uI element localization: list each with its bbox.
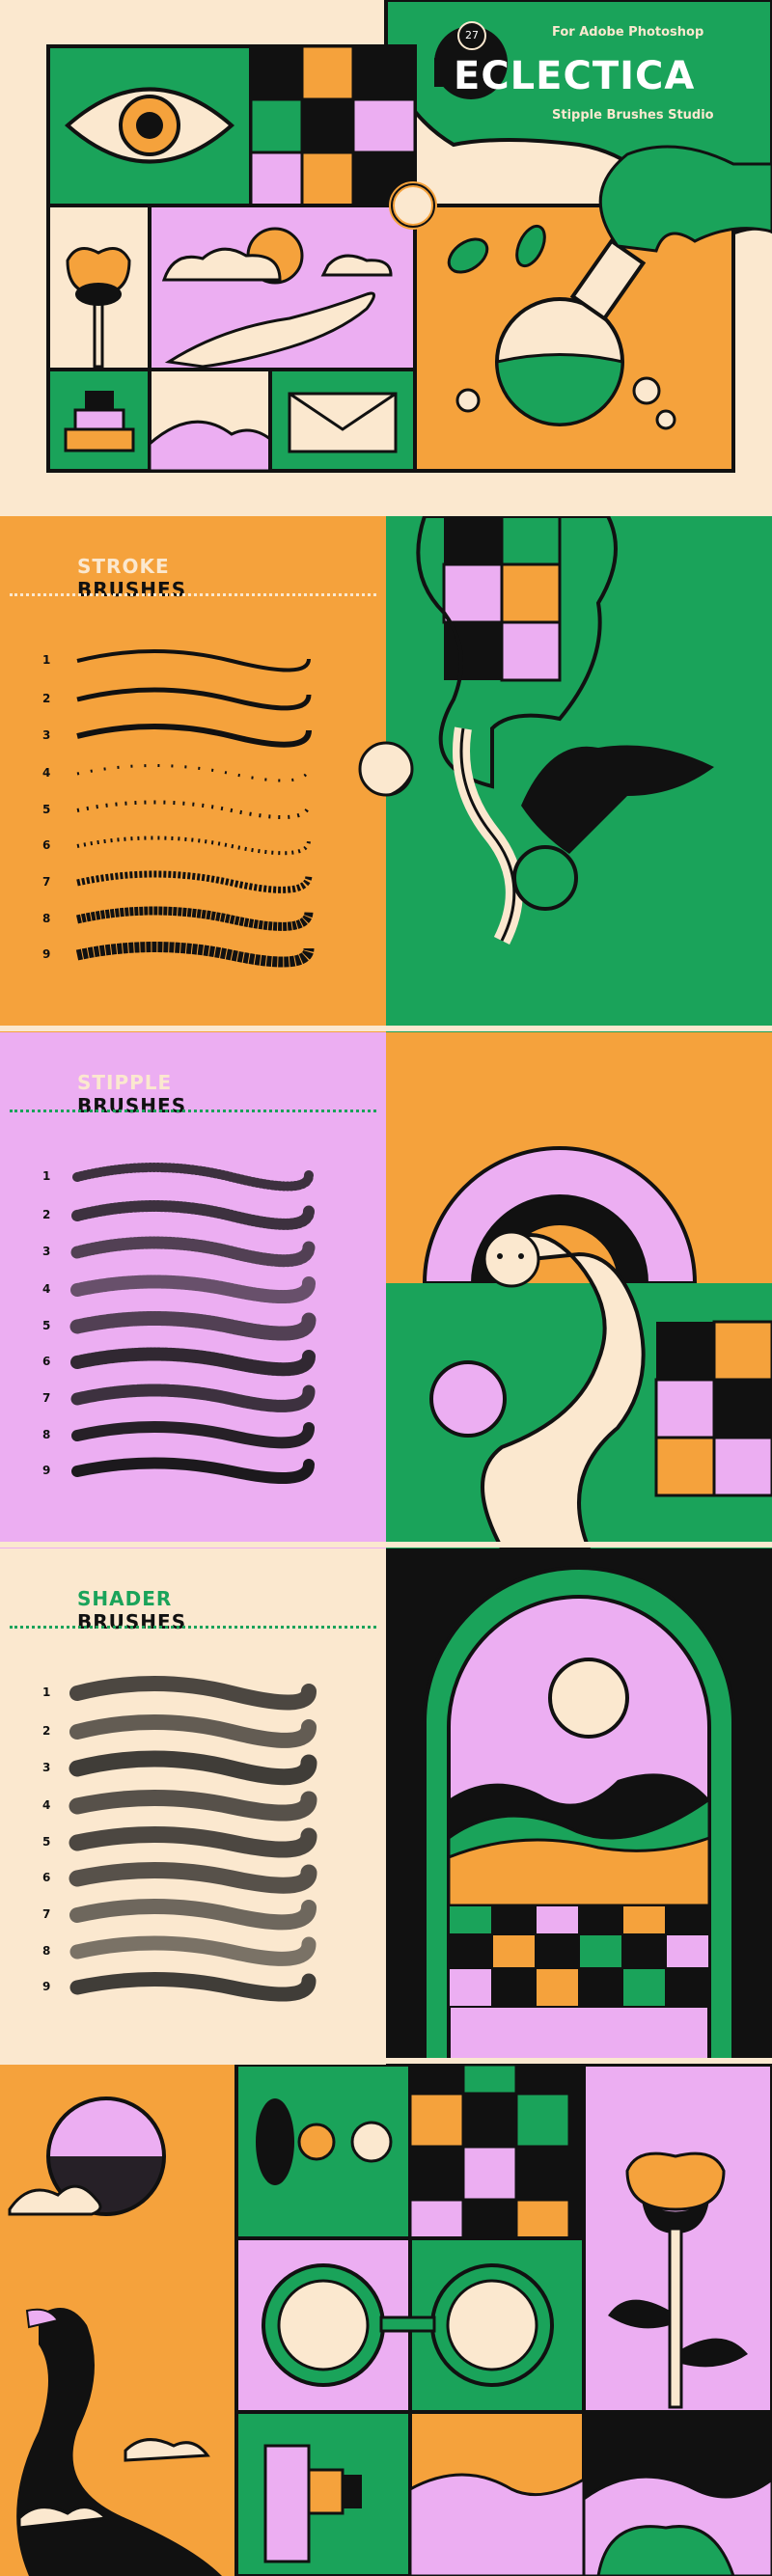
shader-brushes-section: SHADER BRUSHES 123456789 (0, 1548, 772, 2065)
stipple-brushes-panel: STIPPLE BRUSHES 123456789 (0, 1032, 386, 1548)
arch-creature-illustration (386, 1146, 772, 1548)
stroke-brushes-section: STROKE BRUSHES 123456789 (0, 516, 772, 1032)
preview-page: 27 For Adobe Photoshop ECLECTICA Stipple… (0, 0, 772, 2576)
section-separator (0, 2058, 772, 2064)
stipple-brush-samples (69, 1163, 317, 1485)
volume-badge: 27 (457, 21, 486, 50)
product-subtitle: Stipple Brushes Studio (552, 108, 714, 123)
for-label: For Adobe Photoshop (552, 25, 704, 40)
bottom-collage-section (0, 2065, 772, 2576)
arch-window-illustration (423, 1566, 735, 2065)
stipple-brushes-section: STIPPLE BRUSHES 123456789 (0, 1032, 772, 1548)
section-separator (0, 1542, 772, 1548)
stipple-illustration (386, 1032, 772, 1548)
stroke-illustration (386, 516, 772, 1032)
hero-section: 27 For Adobe Photoshop ECLECTICA Stipple… (0, 0, 772, 516)
hand-ball-illustration (416, 516, 714, 945)
section-separator (0, 1026, 772, 1031)
shader-illustration (386, 1548, 772, 2065)
floating-ball (358, 741, 414, 797)
shader-brushes-panel: SHADER BRUSHES 123456789 (0, 1548, 386, 2065)
section-separator (0, 509, 772, 515)
stroke-brushes-panel: STROKE BRUSHES 123456789 (0, 516, 386, 1032)
stroke-brush-samples (75, 649, 315, 968)
shader-brush-samples (69, 1676, 317, 2002)
collage-illustration (0, 2065, 772, 2576)
product-name: ECLECTICA (454, 54, 696, 98)
